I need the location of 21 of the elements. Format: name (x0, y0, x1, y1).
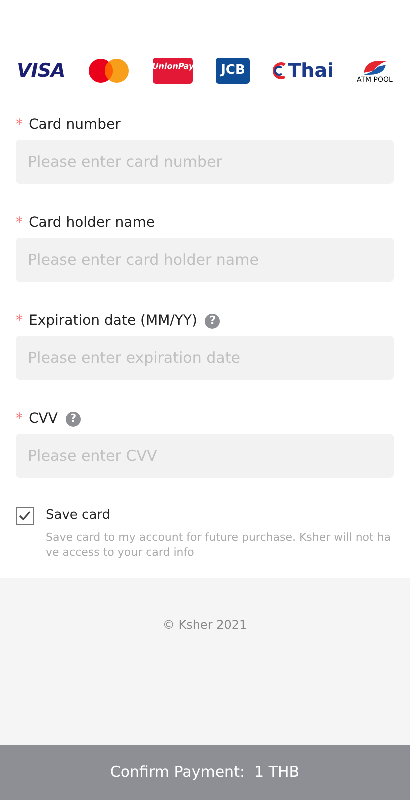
checkbox[interactable] (16, 506, 34, 525)
help-icon[interactable]: ? (205, 314, 220, 328)
mastercard-logo (88, 58, 130, 84)
checkbox-label: Save card (46, 507, 111, 525)
field-label: Card holder name (29, 214, 155, 232)
confirm-payment-button[interactable]: Confirm Payment: 1 THB (0, 745, 410, 800)
field-label: Expiration date (MM/YY) (29, 312, 198, 330)
required-mark: * (16, 116, 23, 134)
field-label: CVV (29, 410, 58, 428)
thai-payment-logo: Thai (273, 62, 334, 80)
check-icon (19, 510, 31, 521)
required-mark: * (16, 214, 23, 232)
field-label: Card number (29, 116, 121, 134)
jcb-logo: JCB (216, 58, 250, 84)
visa-logo: VISA (17, 58, 66, 84)
unionpay-logo: UnionPay (153, 58, 194, 84)
required-mark: * (16, 312, 23, 330)
required-mark: * (16, 410, 23, 428)
help-icon[interactable]: ? (66, 412, 81, 426)
save-card-description: Save card to my account for future purchase. Ksher will not have access to your card info (45, 530, 392, 560)
copyright-text: © Ksher 2021 (162, 616, 248, 632)
